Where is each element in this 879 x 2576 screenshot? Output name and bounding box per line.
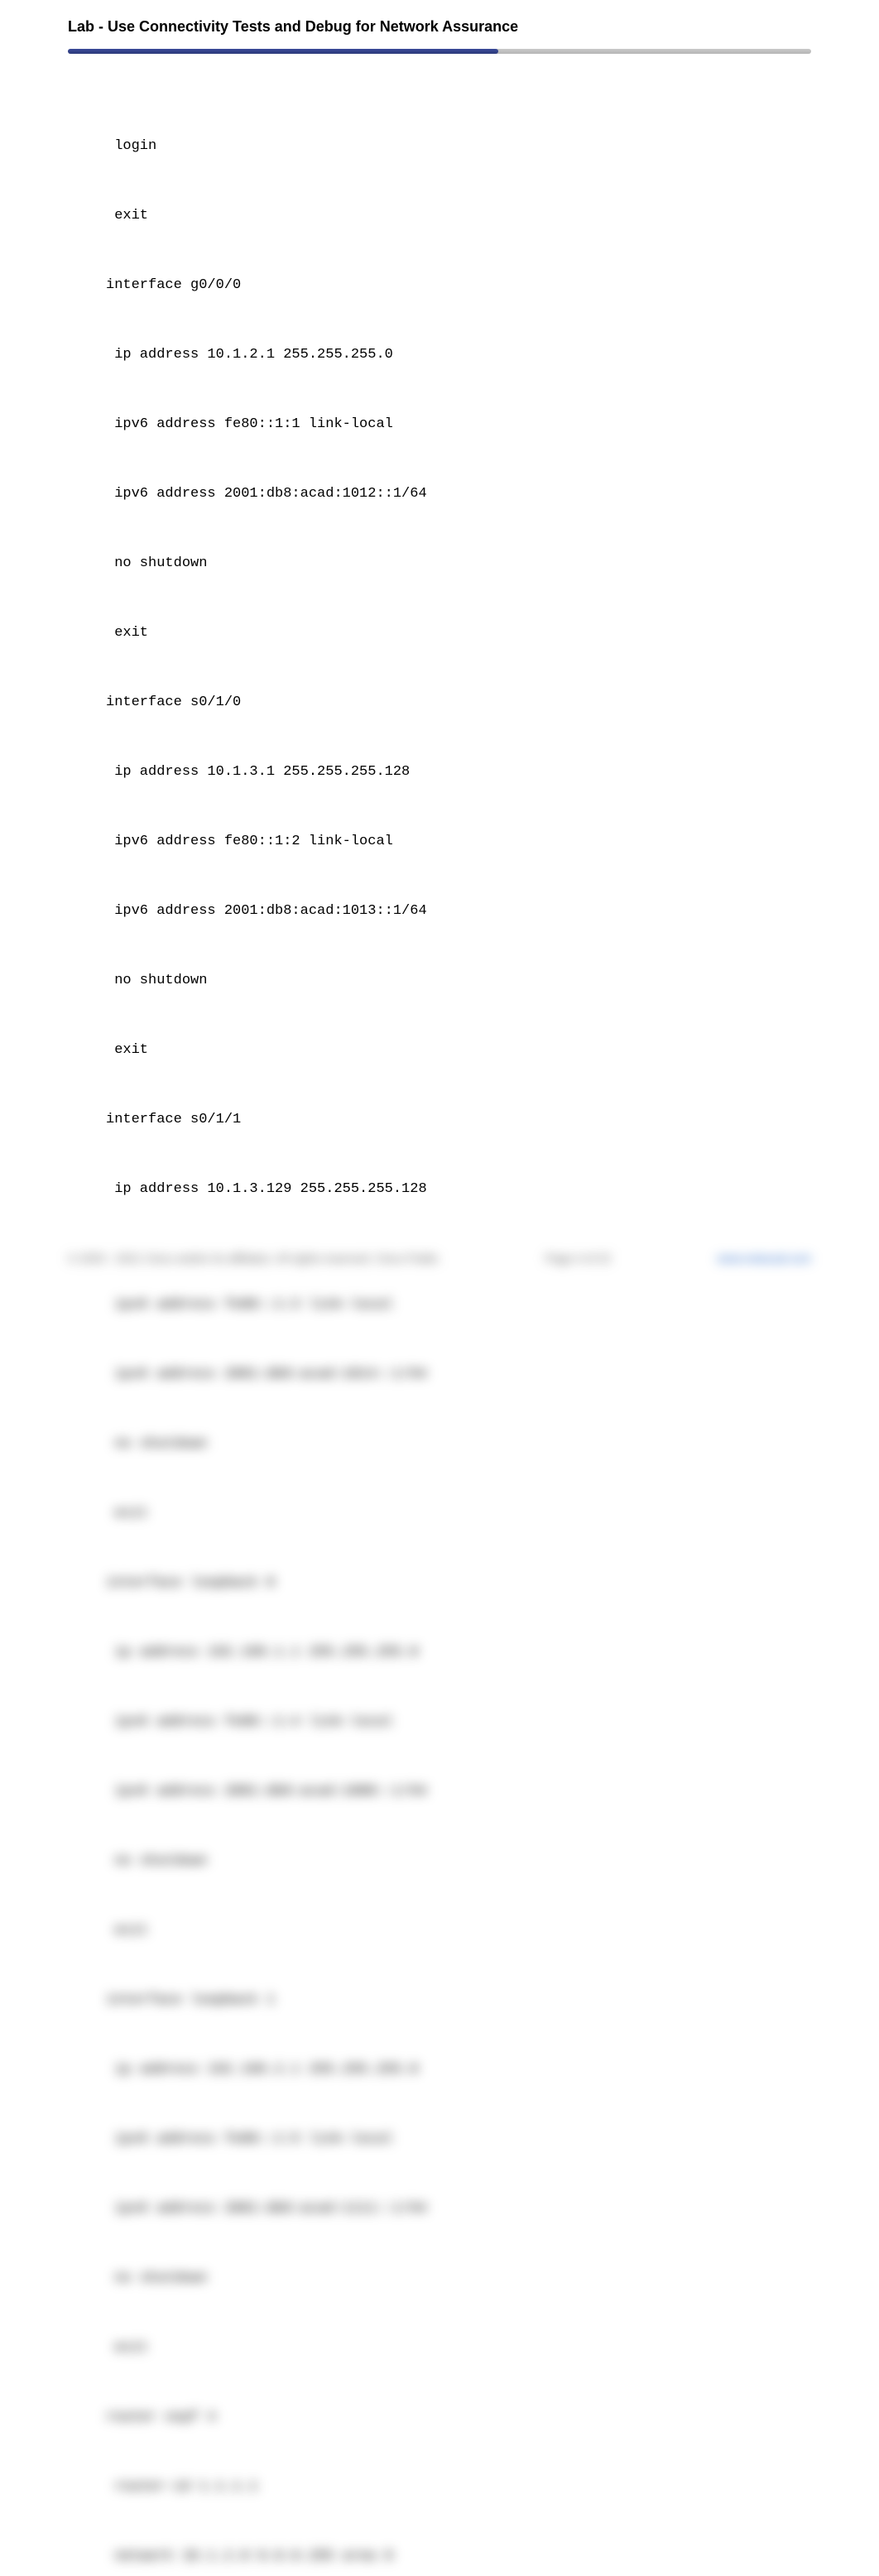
code-line-blurred: ipv6 address fe80::1:4 link-local (106, 1711, 879, 1734)
code-line: no shutdown (106, 969, 879, 992)
code-line-blurred: router-id 1.1.1.1 (106, 2476, 879, 2499)
code-line-blurred: interface loopback 0 (106, 1572, 879, 1595)
code-line-blurred: ipv6 address fe80::1:5 link-local (106, 2128, 879, 2151)
page-header: Lab - Use Connectivity Tests and Debug f… (0, 0, 879, 49)
code-line: interface s0/1/0 (106, 691, 879, 714)
code-line: login (106, 135, 879, 158)
code-line-blurred: ipv6 address 2001:db8:acad:1014::1/64 (106, 1363, 879, 1387)
blurred-code-region: ipv6 address fe80::1:3 link-local ipv6 a… (106, 1247, 879, 2576)
code-line-blurred: ip address 192.168.1.1 255.255.255.0 (106, 1641, 879, 1665)
code-line-blurred: no shutdown (106, 1433, 879, 1456)
page-footer: © 2020 - 2021 Cisco and/or its affiliate… (68, 1252, 811, 1265)
footer-link: www.netacad.com (717, 1252, 811, 1265)
page-container: Lab - Use Connectivity Tests and Debug f… (0, 0, 879, 1288)
code-line: ip address 10.1.3.1 255.255.255.128 (106, 761, 879, 784)
header-divider (68, 49, 811, 55)
code-line-blurred: ipv6 address 2001:db8:acad:1111::1/64 (106, 2198, 879, 2221)
code-line-blurred: router ospf 4 (106, 2406, 879, 2429)
footer-copyright: © 2020 - 2021 Cisco and/or its affiliate… (68, 1252, 439, 1265)
code-line: ipv6 address fe80::1:1 link-local (106, 413, 879, 436)
code-line: exit (106, 622, 879, 645)
divider-blue (68, 49, 498, 54)
code-line-blurred: no shutdown (106, 2267, 879, 2290)
code-line-blurred: ipv6 address 2001:db8:acad:1000::1/64 (106, 1781, 879, 1804)
code-line: ipv6 address 2001:db8:acad:1013::1/64 (106, 900, 879, 923)
code-line: ip address 10.1.3.129 255.255.255.128 (106, 1178, 879, 1201)
code-line: interface g0/0/0 (106, 274, 879, 297)
footer-page-number: Page 4 of 22 (545, 1252, 611, 1265)
code-line: interface s0/1/1 (106, 1108, 879, 1132)
lab-title: Lab - Use Connectivity Tests and Debug f… (68, 18, 811, 36)
code-line: ip address 10.1.2.1 255.255.255.0 (106, 344, 879, 367)
code-line: ipv6 address fe80::1:2 link-local (106, 830, 879, 853)
code-line-blurred: exit (106, 1920, 879, 1943)
code-line: exit (106, 1039, 879, 1062)
code-line: exit (106, 204, 879, 228)
code-line-blurred: no shutdown (106, 1850, 879, 1873)
code-line: ipv6 address 2001:db8:acad:1012::1/64 (106, 483, 879, 506)
code-line-blurred: ipv6 address fe80::1:3 link-local (106, 1294, 879, 1317)
code-block: login exit interface g0/0/0 ip address 1… (0, 55, 879, 2576)
code-line-blurred: exit (106, 1502, 879, 1526)
code-line-blurred: exit (106, 2337, 879, 2360)
code-line-blurred: interface loopback 1 (106, 1989, 879, 2012)
code-line-blurred: ip address 192.168.2.1 255.255.255.0 (106, 2059, 879, 2082)
code-line: no shutdown (106, 552, 879, 575)
code-line-blurred: network 10.1.2.0 0.0.0.255 area 0 (106, 2545, 879, 2569)
